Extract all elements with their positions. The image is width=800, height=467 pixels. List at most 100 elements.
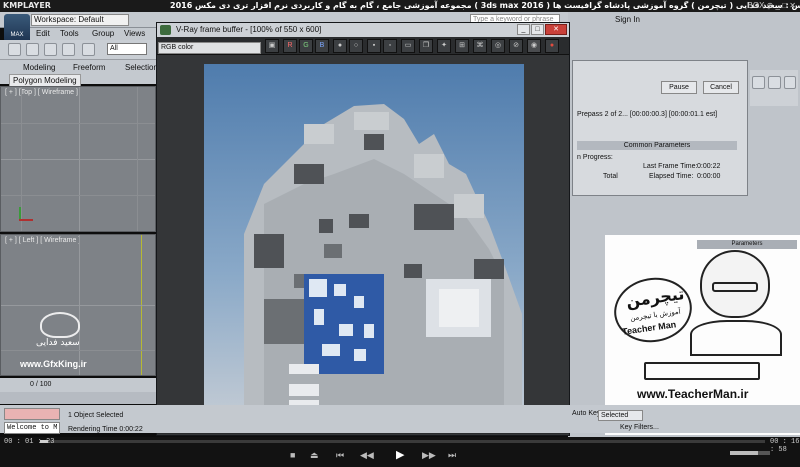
modify-icon[interactable] (752, 76, 765, 89)
region-render-icon[interactable]: ⊞ (455, 39, 469, 53)
selection-filter-dropdown[interactable]: All (107, 43, 147, 55)
grid-line (1, 195, 155, 196)
parameters-rollout-header[interactable]: Parameters (697, 240, 797, 249)
vfb-title: V-Ray frame buffer - [100% of 550 x 600] (176, 25, 322, 34)
elapsed-value: 0:00:00 (697, 173, 721, 180)
workspace-dropdown[interactable]: Workspace: Default (31, 14, 129, 26)
grid-line (1, 350, 155, 351)
pass-info: Prepass 2 of 2... [00:00:00.3] [00:00:01… (577, 111, 718, 118)
total-time: 00 : 16 : 58 (770, 438, 800, 454)
duplicate-icon[interactable]: ❐ (419, 39, 433, 53)
laptop-icon (644, 362, 760, 380)
elapsed-label: Elapsed Time: (649, 173, 694, 180)
render-time-status: Rendering Time 0:00:22 (68, 426, 143, 433)
timeline-label: 0 / 100 (30, 381, 52, 388)
tab-modeling[interactable]: Modeling (20, 62, 58, 73)
total-label: Total (603, 173, 618, 180)
close-button[interactable]: ✕ (545, 24, 567, 35)
auto-key-button[interactable]: Auto Key (572, 410, 600, 417)
tab-freeform[interactable]: Freeform (70, 62, 108, 73)
last-frame-value: 0:00:22 (697, 163, 721, 170)
green-channel-button[interactable]: G (299, 39, 313, 53)
max-app-button[interactable]: MAX (4, 14, 30, 42)
unlink-icon[interactable] (44, 43, 57, 56)
window-controls[interactable]: BOX ⊕ _ □ ✕ (748, 1, 796, 10)
volume-level (730, 451, 758, 455)
common-parameters-header[interactable]: Common Parameters (577, 141, 737, 150)
rendered-building-image (204, 64, 524, 414)
track-bar[interactable] (0, 392, 160, 404)
stop-icon[interactable]: ⊘ (509, 39, 523, 53)
viewport-top[interactable]: [ + ] [Top ] [ Wireframe ] (0, 86, 156, 232)
grid-line (1, 123, 155, 124)
glasses-icon (712, 282, 758, 292)
motion-icon[interactable] (784, 76, 796, 89)
grid-line (1, 305, 155, 306)
minimize-button[interactable]: _ (517, 24, 530, 35)
menu-edit[interactable]: Edit (36, 28, 50, 40)
stop-icon[interactable]: ■ (290, 450, 295, 460)
menu-group[interactable]: Group (92, 28, 114, 40)
undo-icon[interactable] (8, 43, 21, 56)
load-icon[interactable]: ▫ (383, 39, 397, 53)
red-channel-button[interactable]: R (283, 39, 297, 53)
render-icon[interactable]: ◎ (491, 39, 505, 53)
open-file-icon[interactable]: ⏏ (310, 450, 319, 461)
save-image-icon[interactable]: ▣ (265, 39, 279, 53)
alpha-icon[interactable]: ● (333, 39, 347, 53)
maxscript-mini-listener[interactable] (4, 408, 60, 420)
viewport-left[interactable]: [ + ] [ Left ] [ Wireframe ] (0, 234, 156, 376)
fast-forward-icon[interactable]: ▶▶ (422, 450, 436, 461)
history-icon[interactable]: ◉ (527, 39, 541, 53)
grid-line (21, 87, 22, 231)
pause-button[interactable]: Pause (661, 81, 697, 94)
channel-dropdown[interactable]: RGB color (158, 42, 261, 54)
cancel-button[interactable]: Cancel (703, 81, 739, 94)
selection-status: 1 Object Selected (68, 412, 124, 419)
save-icon[interactable]: ▪ (367, 39, 381, 53)
viewport-top-label[interactable]: [ + ] [Top ] [ Wireframe ] (5, 89, 78, 96)
key-filters-button[interactable]: Key Filters... (620, 424, 659, 431)
command-panel-tabs (750, 70, 798, 106)
grid-line (1, 159, 155, 160)
axis-gizmo-x (19, 219, 33, 221)
video-title: مجموعه آموزشی جامع ، گام به گام و کاربرد… (170, 1, 800, 10)
progress-label: n Progress: (577, 154, 613, 161)
menu-views[interactable]: Views (124, 28, 145, 40)
sign-in-link[interactable]: Sign In (615, 15, 640, 24)
teacherman-body-icon (690, 320, 782, 356)
next-icon[interactable]: ⏭ (448, 450, 456, 461)
play-icon[interactable]: ▶ (396, 448, 404, 461)
viewport-left-label[interactable]: [ + ] [ Left ] [ Wireframe ] (5, 237, 80, 244)
maximize-button[interactable]: □ (531, 24, 544, 35)
blue-channel-button[interactable]: B (315, 39, 329, 53)
rewind-icon[interactable]: ◀◀ (360, 450, 374, 461)
select-icon[interactable] (82, 43, 95, 56)
menu-bar: Edit Tools Group Views (30, 28, 160, 40)
clear-icon[interactable]: ▭ (401, 39, 415, 53)
gfxking-logo-icon (40, 312, 80, 338)
grid-line (137, 87, 138, 231)
abort-icon[interactable]: ● (545, 39, 559, 53)
render-progress-dialog: Pause Cancel Prepass 2 of 2... [00:00:00… (572, 60, 748, 196)
last-frame-label: Last Frame Time: (643, 163, 698, 170)
bind-spacewarp-icon[interactable] (62, 43, 75, 56)
seek-bar[interactable] (40, 440, 765, 443)
mono-icon[interactable]: ○ (349, 39, 363, 53)
timeline[interactable]: 0 / 100 (0, 378, 160, 392)
track-mouse-icon[interactable]: ✦ (437, 39, 451, 53)
link-to-render-icon[interactable]: ⌘ (473, 39, 487, 53)
link-icon[interactable] (26, 43, 39, 56)
teacherman-url: www.TeacherMan.ir (637, 387, 749, 401)
hierarchy-icon[interactable] (768, 76, 781, 89)
render-canvas[interactable] (204, 64, 524, 414)
set-key-filter-dropdown[interactable]: Selected (598, 410, 643, 421)
current-time: 00 : 01 : 23 (4, 438, 55, 446)
vray-icon (160, 25, 171, 35)
gfxking-url: www.GfxKing.ir (20, 359, 87, 369)
previous-icon[interactable]: ⏮ (336, 450, 344, 461)
gfxking-signature: سعید فدایی (36, 338, 80, 348)
menu-tools[interactable]: Tools (60, 28, 79, 40)
maxscript-input[interactable]: Welcome to M (4, 422, 60, 434)
kmplayer-logo[interactable]: KMPLAYER (3, 1, 51, 10)
